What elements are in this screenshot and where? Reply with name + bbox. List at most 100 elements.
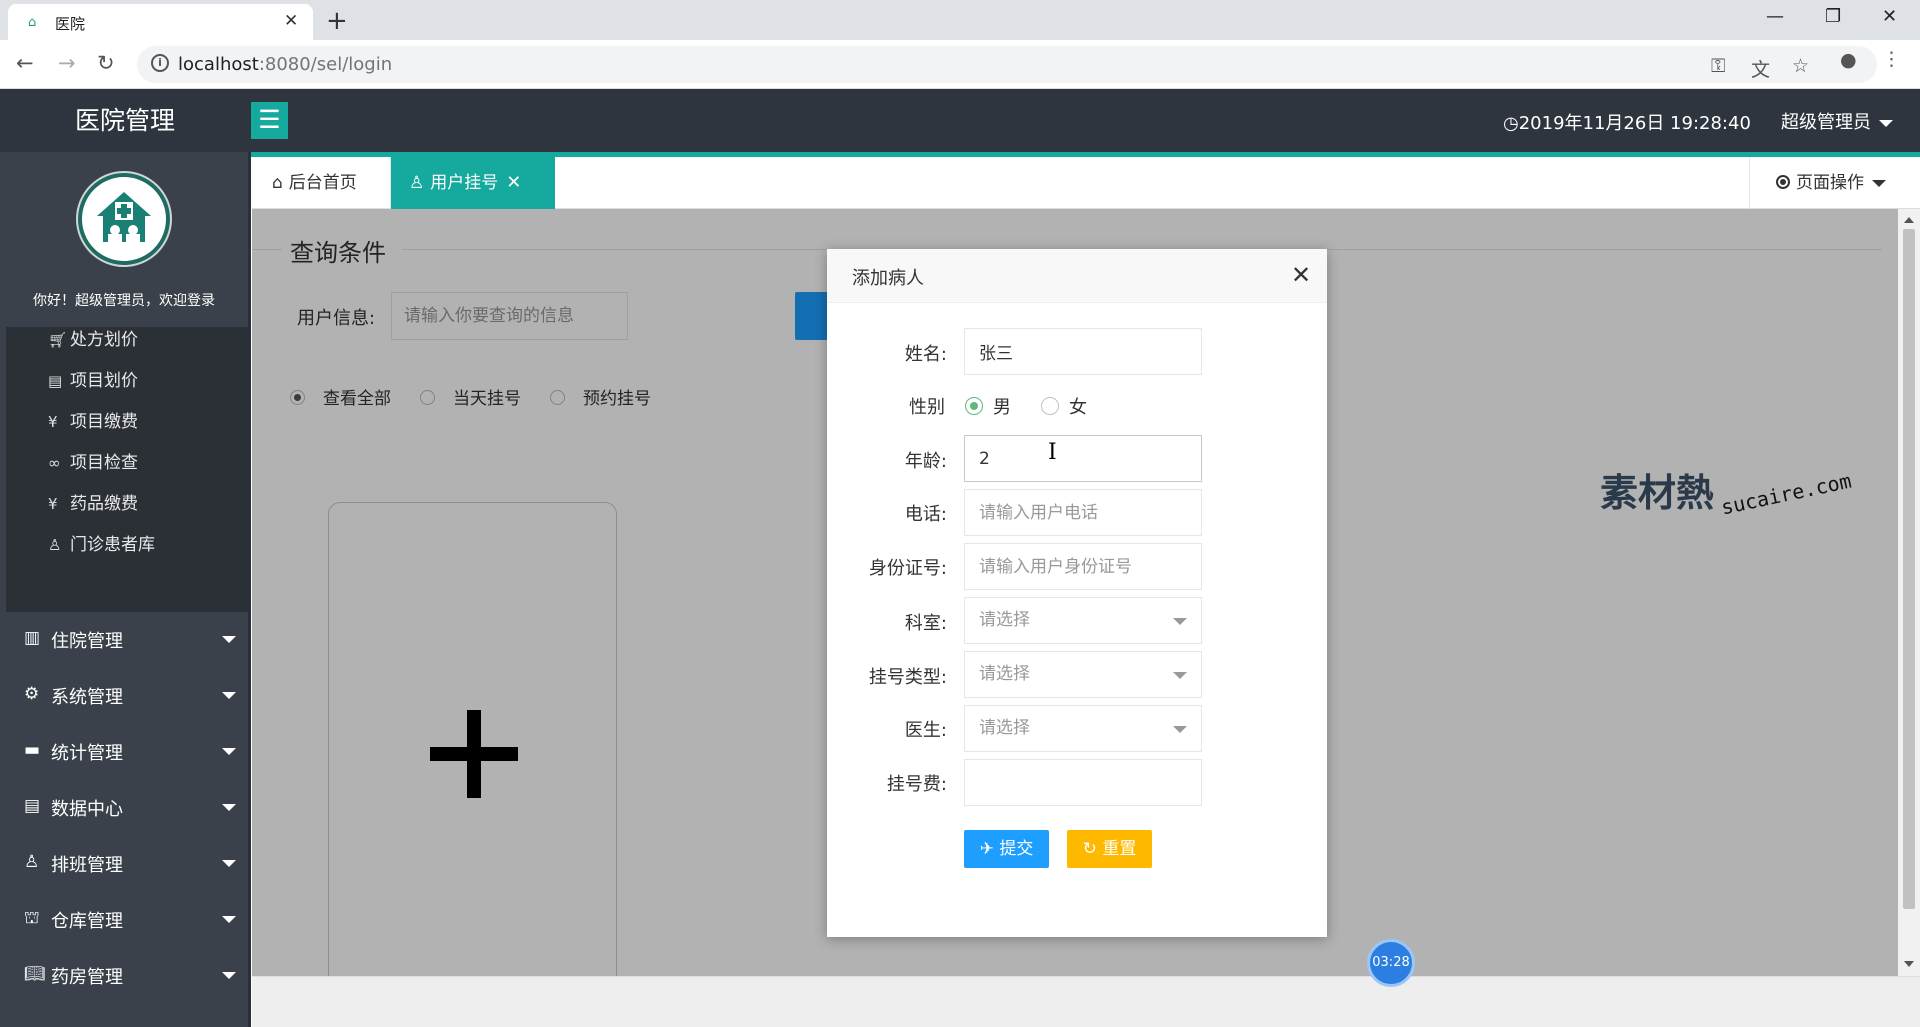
sidebar-item-label: 项目缴费 [70,412,138,432]
name-label: 姓名: [904,344,947,365]
registration-fee-field[interactable] [964,759,1202,806]
chevron-down-icon [222,692,236,699]
sidebar-item-project-payment[interactable]: ¥ 项目缴费 [48,407,138,432]
scroll-down-icon[interactable] [1904,961,1914,967]
sidebar-item-prescription-pricing[interactable]: 🛒︎ 处方划价 [48,325,138,350]
sidebar-item-outpatient-library[interactable]: ♙ 门诊患者库 [48,530,155,555]
sex-label: 性别 [909,397,945,418]
sidebar-item-drug-payment[interactable]: ¥ 药品缴费 [48,489,138,514]
restore-icon[interactable]: ❐ [1825,6,1841,27]
minimize-icon[interactable]: — [1766,6,1784,27]
age-field[interactable] [964,435,1202,482]
sidebar-section-system[interactable]: ⚙ 系统管理 [0,668,248,724]
caret-down-icon [1872,179,1886,187]
chevron-down-icon [1173,672,1187,679]
sex-option-male[interactable]: 男 [965,393,1011,419]
home-icon: ⌂ [272,173,283,193]
bookmark-star-icon[interactable]: ☆ [1792,55,1809,77]
translate-icon[interactable]: 文 [1751,55,1770,82]
section-label: 排班管理 [51,855,123,876]
sidebar-section-statistics[interactable]: ▬ 统计管理 [0,724,248,780]
yen-icon: ¥ [48,413,58,431]
section-label: 药房管理 [51,967,123,988]
browser-tab[interactable]: ⌂ 医院 ✕ [8,4,313,40]
menu-toggle-icon[interactable]: ☰ [251,102,288,139]
content-scrollbar[interactable] [1898,209,1920,976]
submit-button[interactable]: ✈ 提交 [964,830,1049,868]
chevron-down-icon [222,748,236,755]
cart-icon: 🛒︎ [48,331,68,349]
sidebar-item-project-pricing[interactable]: ▤ 项目划价 [48,366,138,391]
sidebar: 你好！超级管理员，欢迎登录 🛒︎ 处方划价 ▤ 项目划价 ¥ 项目缴费 ∞ 项目检查 ¥… [0,152,251,1027]
back-icon[interactable]: ← [16,51,34,75]
doctor-label: 医生: [904,720,947,741]
idcard-field[interactable] [964,543,1202,590]
url-path: :8080/sel/login [258,54,393,75]
user-icon: ♙ [24,852,40,872]
sidebar-section-warehouse[interactable]: ⛫ 仓库管理 [0,892,248,948]
sidebar-section-inpatient[interactable]: ▥ 住院管理 [0,612,248,668]
sex-female-label: 女 [1069,397,1087,418]
url-host: localhost [178,54,259,75]
tab-home[interactable]: ⌂ 后台首页 [252,157,391,209]
window-close-icon[interactable]: ✕ [1882,6,1897,27]
sidebar-item-project-check[interactable]: ∞ 项目检查 [48,448,138,473]
chevron-down-icon [222,804,236,811]
profile-icon[interactable]: ● [1840,49,1857,71]
tab-user-registration[interactable]: ♙ 用户挂号 ✕ [391,157,555,209]
chevron-down-icon [1173,618,1187,625]
scroll-thumb[interactable] [1903,229,1915,909]
close-tab-icon[interactable]: ✕ [506,172,521,193]
send-icon: ✈ [979,839,1000,859]
brand-title: 医院管理 [74,106,175,135]
phone-field[interactable] [964,489,1202,536]
recording-timer-badge: 03:28 [1367,939,1415,987]
page-operations-menu[interactable]: 页面操作 [1749,157,1920,209]
department-select[interactable]: 请选择 [964,597,1202,644]
submit-label: 提交 [999,839,1034,859]
close-icon[interactable]: ✕ [1291,261,1311,289]
chevron-down-icon [222,636,236,643]
name-field[interactable] [964,328,1202,375]
chart-icon: ▬ [24,740,41,760]
sidebar-section-data-center[interactable]: ▤ 数据中心 [0,780,248,836]
site-info-icon[interactable]: i [151,54,169,72]
sidebar-section-scheduling[interactable]: ♙ 排班管理 [0,836,248,892]
clock-icon: ◷ [1503,113,1519,134]
content-tabbar: ⌂ 后台首页 ♙ 用户挂号 ✕ 页面操作 [252,157,1920,209]
sidebar-section-pharmacy[interactable]: 📖︎ 药房管理 [0,948,248,1004]
user-menu[interactable]: 超级管理员 [1781,108,1893,134]
browser-menu-icon[interactable]: ⋮ [1882,48,1901,70]
address-bar[interactable]: i localhost:8080/sel/login ⚿ 文 ☆ [137,46,1877,83]
forward-icon[interactable]: → [58,51,76,75]
tab-label: 用户挂号 [430,173,499,193]
new-tab-button[interactable]: + [326,6,348,36]
registration-type-select[interactable]: 请选择 [964,651,1202,698]
welcome-text: 你好！超级管理员，欢迎登录 [33,293,215,309]
target-icon [1776,175,1790,189]
age-label: 年龄: [904,451,947,472]
footer-bar [252,976,1920,1027]
sidebar-item-label: 处方划价 [70,330,138,350]
user-icon: ♙ [409,173,425,193]
close-tab-icon[interactable]: ✕ [284,11,298,31]
scroll-up-icon[interactable] [1904,217,1914,223]
gear-icon: ⚙ [24,684,40,704]
sidebar-item-label: 药品缴费 [70,494,138,514]
key-icon[interactable]: ⚿ [1711,55,1725,77]
app-header: 医院管理 ☰ ◷2019年11月26日 19:28:40 超级管理员 [0,89,1920,152]
caret-down-icon [1879,119,1893,127]
registration-type-label: 挂号类型: [868,667,947,688]
url-text: localhost:8080/sel/login [178,54,392,75]
department-select-value: 请选择 [979,610,1030,630]
reset-button[interactable]: ↻ 重置 [1067,830,1152,868]
doctor-select[interactable]: 请选择 [964,705,1202,752]
sidebar-item-label: 项目划价 [70,371,138,391]
registration-type-select-value: 请选择 [979,664,1030,684]
sex-option-female[interactable]: 女 [1041,393,1087,419]
reload-icon[interactable]: ↻ [97,51,115,75]
user-icon: ♙ [48,536,62,554]
modal-title: 添加病人 [852,268,924,289]
chevron-down-icon [222,916,236,923]
chevron-down-icon [222,972,236,979]
